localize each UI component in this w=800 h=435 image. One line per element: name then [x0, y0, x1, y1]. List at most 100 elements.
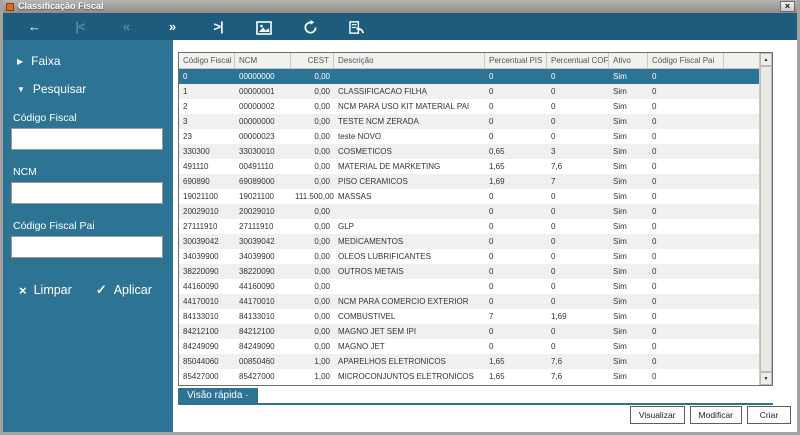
table-row[interactable]: 23 00000023 0,00 teste NOVO 0 0 Sim 0 — [179, 129, 772, 144]
column-header[interactable]: Descrição — [334, 53, 485, 68]
table-row[interactable]: 3 00000000 0,00 TESTE NCM ZERADA 0 0 Sim 0 — [179, 114, 772, 129]
column-header[interactable]: Código Fiscal Pai — [648, 53, 724, 68]
column-header[interactable]: NCM — [235, 53, 291, 68]
first-record-icon[interactable]: |< — [65, 13, 95, 40]
cell: COSMETICOS — [338, 147, 392, 156]
table-row[interactable]: 2 00000002 0,00 NCM PARA USO KIT MATERIAL P… — [179, 99, 772, 114]
table-row[interactable]: 44160090 44160090 0,00 0 0 Sim 0 — [179, 279, 772, 294]
cell: 0 — [551, 132, 556, 141]
table-row[interactable]: 27111910 27111910 0,00 GLP 0 0 Sim 0 — [179, 219, 772, 234]
cell: 0 — [489, 117, 494, 126]
title-bar[interactable]: Classificação Fiscal × — [3, 0, 797, 13]
cell: 0,00 — [314, 147, 330, 156]
scroll-down-icon[interactable]: ▼ — [760, 372, 772, 385]
cell: 23 — [183, 132, 192, 141]
pesquisar-expander[interactable]: ▼ Pesquisar — [17, 82, 173, 96]
cell: 0 — [652, 192, 657, 201]
cell: 0,00 — [314, 117, 330, 126]
cell: 0 — [652, 147, 657, 156]
check-icon: ✓ — [95, 282, 107, 297]
cell: 19021100 — [239, 192, 274, 201]
cell: 0,00 — [314, 282, 330, 291]
table-row[interactable]: 491110 00491110 0,00 MATERIAL DE MARKETING 1… — [179, 159, 772, 174]
table-row[interactable]: 0 00000000 0,00 0 0 Sim 0 — [179, 69, 772, 84]
revert-report-icon[interactable] — [341, 13, 371, 40]
cell: 0,00 — [314, 177, 330, 186]
cell: 0 — [652, 177, 657, 186]
cell: 69089000 — [239, 177, 275, 186]
aplicar-button[interactable]: ✓ Aplicar — [96, 282, 152, 298]
cell: 0 — [489, 267, 494, 276]
limpar-button[interactable]: × Limpar — [19, 282, 72, 298]
preview-icon[interactable] — [249, 13, 279, 40]
column-header[interactable]: Ativo — [609, 53, 648, 68]
visualizar-button[interactable]: Visualizar — [629, 406, 685, 424]
cell: 84133010 — [239, 312, 275, 321]
table-row[interactable]: 1 00000001 0,00 CLASSIFICACAO FILHA 0 0 Sim 0 — [179, 84, 772, 99]
back-icon[interactable]: ← — [19, 13, 49, 40]
cell: Sim — [613, 297, 627, 306]
codigo-fiscal-label: Código Fiscal — [13, 112, 77, 124]
codigo-fiscal-input[interactable] — [11, 128, 163, 150]
table-row[interactable]: 330300 33030010 0,00 COSMETICOS 0,65 3 Sim 0 — [179, 144, 772, 159]
vertical-scrollbar[interactable]: ▲ ▼ — [759, 53, 772, 385]
cell: 84133010 — [183, 312, 219, 321]
table-row[interactable]: 30039042 30039042 0,00 MEDICAMENTOS 0 0 Sim 0 — [179, 234, 772, 249]
cell: 0 — [551, 207, 556, 216]
cell: 00000002 — [239, 102, 275, 111]
column-header[interactable]: Percentual PIS — [485, 53, 547, 68]
column-header[interactable]: Percentual COFINS — [547, 53, 609, 68]
cell: MATERIAL DE MARKETING — [338, 162, 441, 171]
cell: 0 — [489, 132, 494, 141]
column-header[interactable]: CEST — [291, 53, 334, 68]
table-row[interactable]: 690890 69089000 0,00 PISO CERAMICOS 1,69 7 Sim… — [179, 174, 772, 189]
table-row[interactable]: 84249090 84249090 0,00 MAGNO JET 0 0 Sim 0 — [179, 339, 772, 354]
cell: 0 — [551, 342, 556, 351]
scrollbar-thumb[interactable] — [760, 66, 772, 372]
filter-sidebar: ▶ Faixa ▼ Pesquisar Código Fiscal NCM Có… — [3, 40, 173, 432]
cell: 1,69 — [489, 177, 505, 186]
cell: 0,00 — [314, 327, 330, 336]
codigo-fiscal-pai-input[interactable] — [11, 236, 163, 258]
cell: 0,00 — [314, 297, 330, 306]
table-row[interactable]: 85427000 85427000 1,00 MICROCONJUNTOS ELETR… — [179, 369, 772, 384]
table-row[interactable]: 20029010 20029010 0,00 0 0 Sim 0 — [179, 204, 772, 219]
cell: TESTE NCM ZERADA — [338, 117, 419, 126]
table-row[interactable]: 84133010 84133010 0,00 COMBUSTIVEL 7 1,69 Sim 0 — [179, 309, 772, 324]
cell: APARELHOS ELETRONICOS — [338, 357, 446, 366]
previous-record-icon[interactable]: « — [111, 13, 141, 40]
cell: 7,6 — [551, 372, 563, 381]
cell: 0 — [489, 327, 494, 336]
ncm-input[interactable] — [11, 182, 163, 204]
table-row[interactable]: 44170010 44170010 0,00 NCM PARA COMERCIO EX… — [179, 294, 772, 309]
cell — [334, 279, 485, 294]
table-row[interactable]: 19021100 19021100 111.500,00 MASSAS 0 0 Sim 0 — [179, 189, 772, 204]
cell: 7 — [551, 177, 556, 186]
cell: 0,00 — [314, 312, 330, 321]
table-row[interactable]: 34039900 34039900 0,00 OLEOS LUBRIFICANTES 0… — [179, 249, 772, 264]
scroll-up-icon[interactable]: ▲ — [760, 53, 772, 66]
table-row[interactable]: 85044060 00850460 1,00 APARELHOS ELETRONICO… — [179, 354, 772, 369]
cell: 0,00 — [314, 132, 330, 141]
cell — [334, 69, 485, 84]
table-row[interactable]: 38220090 38220090 0,00 OUTROS METAIS 0 0 Sim 0 — [179, 264, 772, 279]
last-record-icon[interactable]: >| — [203, 13, 233, 40]
modificar-button[interactable]: Modificar — [689, 406, 742, 424]
table-row[interactable]: 84212100 84212100 0,00 MAGNO JET SEM IPI 0 0 S… — [179, 324, 772, 339]
footer-buttons: Visualizar Modificar Criar — [629, 406, 791, 424]
visao-rapida-tab[interactable]: Visão rápida · — [178, 388, 258, 404]
cell: 0 — [652, 327, 657, 336]
cell: 0 — [652, 357, 657, 366]
cell: 0,00 — [314, 252, 330, 261]
cell: GLP — [338, 222, 355, 231]
refresh-icon[interactable] — [295, 13, 325, 40]
column-header[interactable]: Código Fiscal — [179, 53, 235, 68]
cell: 85427000 — [239, 372, 275, 381]
faixa-expander[interactable]: ▶ Faixa — [17, 54, 173, 68]
cell: 0,00 — [314, 222, 330, 231]
criar-button[interactable]: Criar — [747, 406, 791, 424]
cell: 0,00 — [314, 87, 330, 96]
next-record-icon[interactable]: » — [157, 13, 187, 40]
close-icon[interactable]: × — [780, 1, 795, 12]
cell: 0,00 — [314, 102, 330, 111]
